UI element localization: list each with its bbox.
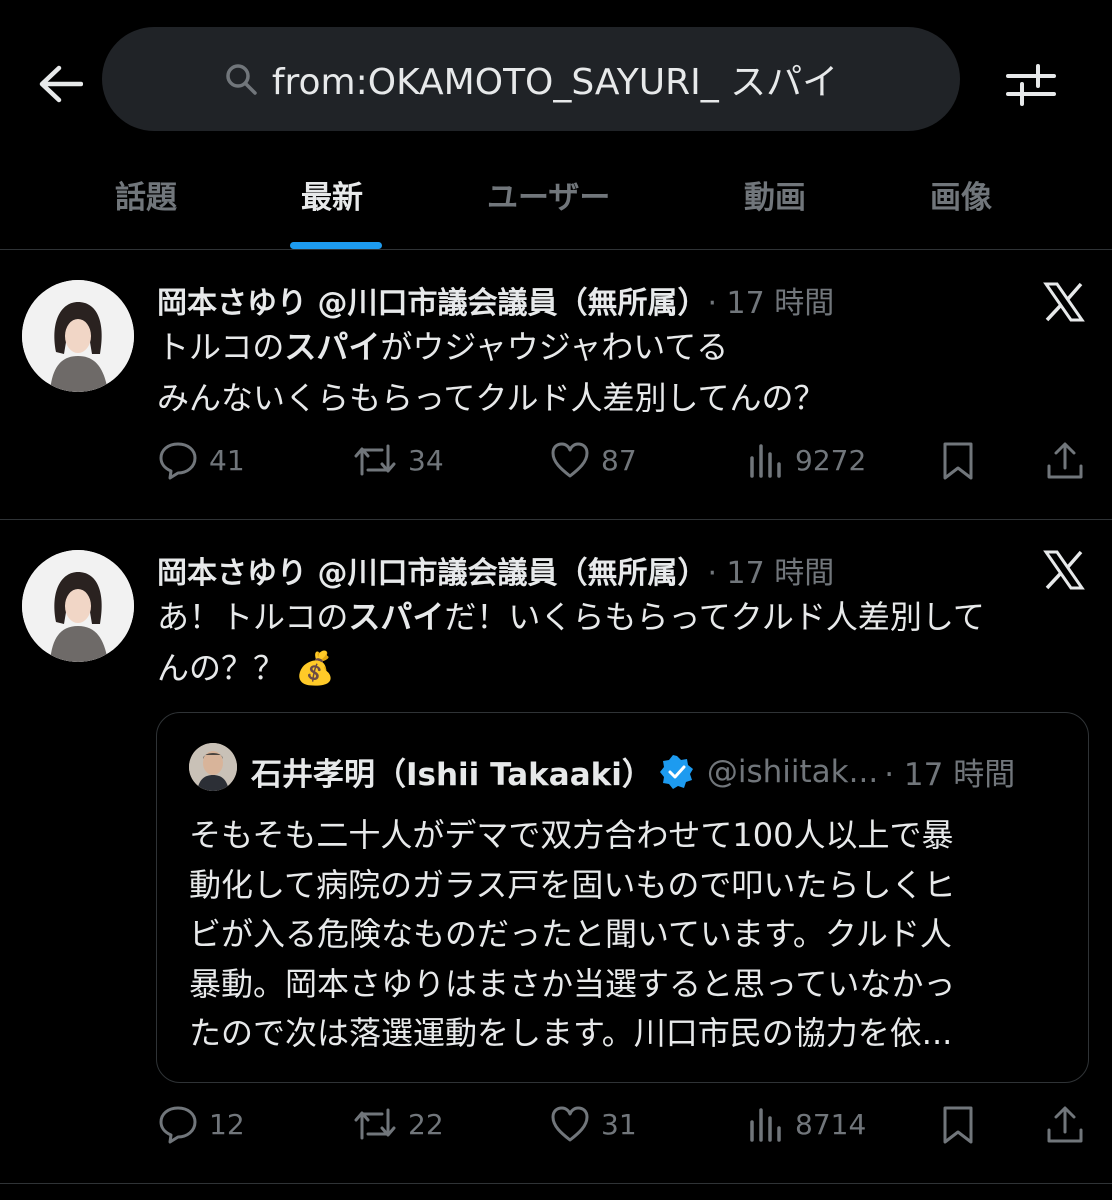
post[interactable]: 岡本さゆり @川口市議会議員（無所属） · 17 時間 あ！トルコのスパイだ！い…: [0, 520, 1112, 1184]
post-time[interactable]: · 17 時間: [707, 548, 834, 592]
reply-button[interactable]: 41: [157, 440, 245, 480]
repost-button[interactable]: 22: [352, 1104, 444, 1144]
bookmark-icon: [943, 1106, 973, 1144]
filter-button[interactable]: [1002, 56, 1060, 112]
post-header: 岡本さゆり @川口市議会議員（無所属） · 17 時間: [157, 548, 834, 592]
post-actions: 41 34 87 9272: [157, 440, 1087, 490]
search-input[interactable]: from:OKAMOTO_SAYURI_ スパイ: [102, 27, 960, 131]
reply-count: 41: [209, 443, 245, 477]
like-count: 31: [601, 1107, 637, 1141]
like-button[interactable]: 31: [549, 1104, 637, 1144]
reply-button[interactable]: 12: [157, 1104, 245, 1144]
active-tab-indicator: [290, 242, 382, 249]
quoted-text: そもそも二十人がデマで双方合わせて100人以上で暴 動化して病院のガラス戸を固い…: [189, 816, 956, 1053]
search-query: from:OKAMOTO_SAYURI_ スパイ: [271, 62, 839, 103]
back-button[interactable]: [34, 58, 86, 110]
views-icon: [750, 1108, 781, 1142]
view-count: 9272: [795, 443, 867, 477]
author-name[interactable]: 岡本さゆり @川口市議会議員（無所属）: [157, 548, 707, 592]
reply-count: 12: [209, 1107, 245, 1141]
author-name[interactable]: 岡本さゆり @川口市議会議員（無所属）: [157, 278, 707, 322]
header: from:OKAMOTO_SAYURI_ スパイ: [0, 0, 1112, 140]
avatar[interactable]: [22, 550, 134, 662]
reply-icon: [159, 442, 197, 480]
like-icon: [551, 442, 589, 478]
bookmark-icon: [943, 442, 973, 480]
tab-trending[interactable]: 話題: [115, 172, 177, 217]
profile-photo: [22, 280, 134, 392]
quoted-post[interactable]: 石井孝明（Ishii Takaaki） @ishiitak... · 17 時間…: [156, 712, 1089, 1083]
view-count: 8714: [795, 1107, 867, 1141]
reply-icon: [159, 1106, 197, 1144]
bookmark-button[interactable]: [939, 1104, 977, 1146]
like-icon: [551, 1106, 589, 1142]
search-highlight: スパイ: [348, 598, 445, 636]
repost-count: 34: [408, 443, 444, 477]
views-icon: [750, 444, 781, 478]
post-text: トルコのスパイがウジャウジャわいてる みんないくらもらってクルド人差別してんの？: [157, 328, 826, 418]
like-count: 87: [601, 443, 637, 477]
post-text: あ！トルコのスパイだ！いくらもらってクルド人差別して んの？？ 💰: [157, 598, 985, 688]
share-button[interactable]: [1045, 440, 1085, 482]
x-logo-icon: [1043, 550, 1085, 590]
quoted-handle: @ishiitak...: [706, 753, 879, 790]
post-time[interactable]: · 17 時間: [707, 278, 834, 322]
post-header: 岡本さゆり @川口市議会議員（無所属） · 17 時間: [157, 278, 834, 322]
quoted-time: · 17 時間: [884, 757, 1016, 793]
repost-button[interactable]: 34: [352, 440, 444, 480]
search-icon: [226, 64, 257, 95]
quoted-author-name[interactable]: 石井孝明（Ishii Takaaki）: [251, 749, 653, 794]
repost-icon: [354, 1108, 396, 1140]
tab-videos[interactable]: 動画: [744, 172, 806, 217]
views-button[interactable]: 9272: [747, 440, 866, 480]
tab-users[interactable]: ユーザー: [487, 172, 610, 217]
verified-icon: [659, 754, 693, 789]
tab-images[interactable]: 画像: [930, 172, 992, 217]
search-highlight: スパイ: [284, 328, 381, 366]
money-bag-icon: 💰: [295, 649, 336, 688]
like-button[interactable]: 87: [549, 440, 637, 480]
filter-icon: [1006, 64, 1056, 106]
x-logo-icon: [1043, 282, 1085, 322]
quoted-avatar[interactable]: [189, 743, 237, 791]
post-actions: 12 22 31 8714: [157, 1104, 1087, 1154]
quoted-header: 石井孝明（Ishii Takaaki） @ishiitak... · 17 時間: [251, 749, 1015, 794]
share-icon: [1047, 442, 1083, 479]
back-arrow-icon: [39, 65, 83, 103]
repost-icon: [354, 444, 396, 476]
share-button[interactable]: [1045, 1104, 1085, 1146]
bookmark-button[interactable]: [939, 440, 977, 482]
tab-latest[interactable]: 最新: [301, 172, 363, 217]
views-button[interactable]: 8714: [747, 1104, 866, 1144]
quoted-profile-photo: [189, 743, 237, 791]
avatar[interactable]: [22, 280, 134, 392]
repost-count: 22: [408, 1107, 444, 1141]
tab-bar: 話題 最新 ユーザー 動画 画像: [0, 150, 1112, 250]
profile-photo: [22, 550, 134, 662]
share-icon: [1047, 1106, 1083, 1143]
post[interactable]: 岡本さゆり @川口市議会議員（無所属） · 17 時間 トルコのスパイがウジャウ…: [0, 250, 1112, 520]
